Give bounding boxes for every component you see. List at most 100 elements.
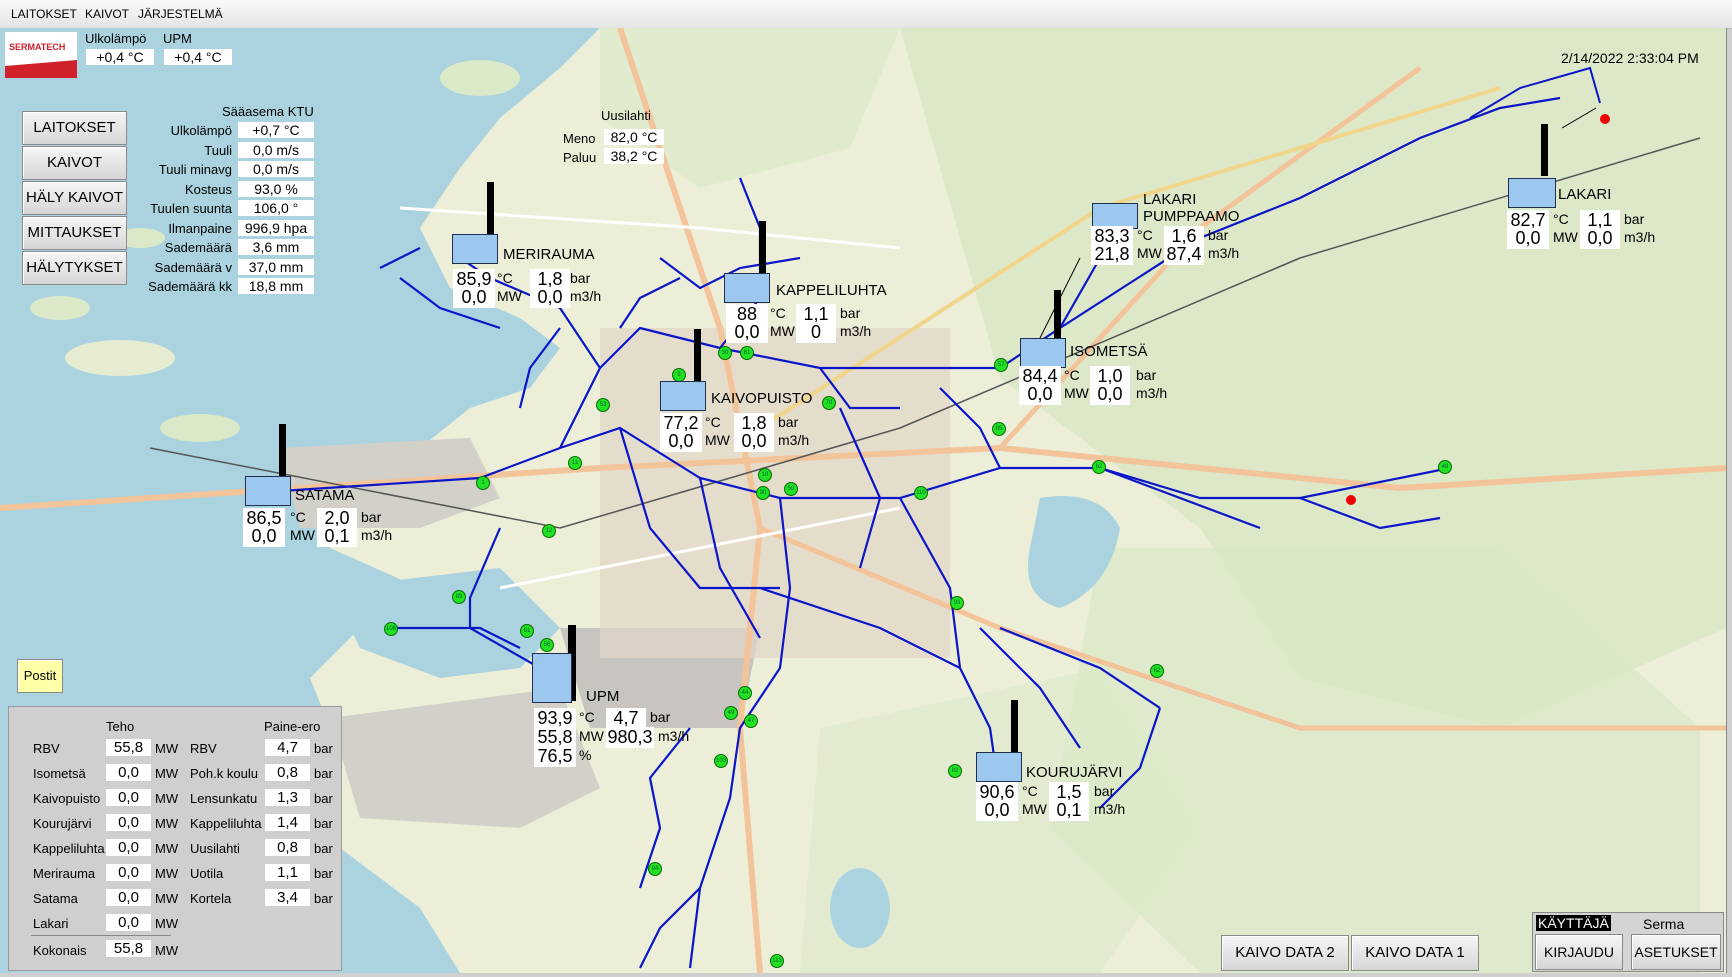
node-marker[interactable]: 113 — [770, 954, 784, 968]
logo: SERMATECH — [5, 32, 77, 78]
node-marker[interactable]: 90 — [756, 486, 770, 500]
node-marker[interactable]: 82 — [948, 764, 962, 778]
node-marker[interactable]: 70 — [822, 396, 836, 410]
kirjaudu-button[interactable]: KIRJAUDU — [1535, 934, 1623, 970]
node-marker[interactable]: 11 — [568, 456, 582, 470]
unit-label: MW — [1022, 801, 1047, 817]
plant-upm-tank[interactable] — [532, 653, 572, 703]
node-marker[interactable]: 103 — [714, 754, 728, 768]
unit-label: m3/h — [1136, 385, 1168, 401]
nav-halytykset-button[interactable]: HÄLYTYKSET — [22, 251, 127, 285]
weather-label: Sademäärä — [164, 240, 232, 255]
paine-value: 1,1 — [265, 864, 310, 881]
node-marker[interactable]: 48 — [1438, 460, 1452, 474]
node-marker[interactable]: 49 — [724, 706, 738, 720]
node-marker[interactable]: 9 — [672, 368, 686, 382]
plant-lakari-tank[interactable] — [1508, 178, 1556, 208]
teho-label: Kaivopuisto — [33, 791, 101, 806]
plant-kaivopuisto-power: 0,0 — [660, 431, 702, 452]
plant-lakari-pumppaamo-power: 21,8 — [1091, 244, 1133, 265]
unit-label: °C — [579, 709, 595, 725]
unit-label: °C — [1022, 783, 1038, 799]
menu-item-kaivot[interactable]: KAIVOT — [85, 7, 129, 21]
nav-haly-kaivot-button[interactable]: HÄLY KAIVOT — [22, 181, 127, 215]
teho-value: 0,0 — [106, 839, 151, 856]
unit-label: °C — [1137, 227, 1153, 243]
node-marker[interactable]: 57 — [994, 358, 1008, 372]
uusilahti-paluu-label: Paluu — [563, 150, 597, 165]
uusilahti-meno-value: 82,0 °C — [604, 129, 664, 145]
node-marker[interactable]: 50 — [784, 482, 798, 496]
paine-label: RBV — [190, 741, 217, 756]
plant-kaivopuisto-flow: 0,0 — [734, 431, 774, 452]
unit-label: MW — [155, 741, 179, 756]
plant-lakari-pumppaamo-name1: LAKARI — [1143, 191, 1197, 208]
kaivo-data-2-button[interactable]: KAIVO DATA 2 — [1221, 935, 1349, 971]
node-marker[interactable]: 106 — [384, 622, 398, 636]
plant-merirauma-tank[interactable] — [452, 234, 498, 264]
node-marker[interactable]: 1 — [476, 476, 490, 490]
node-marker[interactable]: 89 — [452, 590, 466, 604]
node-marker[interactable]: 85 — [992, 422, 1006, 436]
plant-kappeliluhta-flow: 0 — [796, 322, 836, 343]
node-marker[interactable]: 12 — [542, 524, 556, 538]
weather-label: Sademäärä kk — [148, 279, 232, 294]
header-upm-label: UPM — [163, 31, 192, 46]
node-marker[interactable]: 93 — [950, 596, 964, 610]
uusilahti-title: Uusilahti — [601, 108, 651, 123]
unit-label: bar — [314, 816, 333, 831]
unit-label: bar — [840, 305, 861, 321]
nav-mittaukset-button[interactable]: MITTAUKSET — [22, 216, 127, 250]
plant-kappeliluhta-power: 0,0 — [726, 322, 768, 343]
plant-upm-flow: 980,3 — [606, 727, 654, 748]
unit-label: MW — [155, 943, 179, 958]
nav-kaivot-button[interactable]: KAIVOT — [22, 146, 127, 180]
weather-label: Tuulen suunta — [150, 201, 232, 216]
node-marker[interactable]: 56 — [540, 638, 554, 652]
plant-kaivopuisto-tank[interactable] — [660, 381, 706, 411]
nav-laitokset-button[interactable]: LAITOKSET — [22, 111, 127, 145]
node-marker[interactable]: 110 — [914, 486, 928, 500]
unit-label: bar — [361, 509, 382, 525]
plant-isometsa-flow: 0,0 — [1090, 384, 1130, 405]
node-marker[interactable]: 62 — [1092, 460, 1106, 474]
weather-value: 93,0 % — [238, 180, 314, 197]
node-marker[interactable]: 62 — [1150, 664, 1164, 678]
asetukset-button[interactable]: ASETUKSET — [1631, 934, 1721, 970]
unit-label: MW — [770, 323, 795, 339]
kaivo-data-1-button[interactable]: KAIVO DATA 1 — [1351, 935, 1479, 971]
plant-satama-tank[interactable] — [245, 476, 291, 506]
total-value: 55,8 — [106, 940, 151, 957]
node-marker[interactable]: 44 — [738, 686, 752, 700]
paine-header: Paine-ero — [264, 719, 321, 734]
postit-button[interactable]: Postit — [17, 659, 63, 693]
plant-kappeliluhta-tank[interactable] — [724, 273, 770, 303]
unit-label: MW — [155, 841, 179, 856]
node-marker[interactable]: 81 — [520, 624, 534, 638]
network-map[interactable]: 53 30 81 9 11 1 70 10 50 90 110 57 85 62… — [0, 28, 1727, 973]
plant-kourujarvi-tank[interactable] — [976, 752, 1022, 782]
unit-label: MW — [1553, 229, 1578, 245]
paine-value: 1,3 — [265, 789, 310, 806]
logo-text: SERMATECH — [9, 42, 66, 52]
menu-item-laitokset[interactable]: LAITOKSET — [11, 7, 77, 21]
weather-value: 0,0 m/s — [238, 161, 314, 177]
user-name: Serma — [1643, 916, 1685, 932]
plant-satama-flow: 0,1 — [317, 526, 357, 547]
node-marker[interactable]: 94 — [648, 862, 662, 876]
plant-upm-power: 55,8 — [534, 727, 576, 748]
paine-value: 3,4 — [265, 889, 310, 906]
unit-label: °C — [290, 509, 306, 525]
node-marker[interactable]: 47 — [744, 714, 758, 728]
teho-value: 0,0 — [106, 764, 151, 781]
plant-lakari-name: LAKARI — [1558, 186, 1612, 203]
node-marker[interactable]: 30 — [718, 346, 732, 360]
plant-isometsa-tank[interactable] — [1020, 338, 1066, 368]
teho-label: Satama — [33, 891, 78, 906]
node-marker[interactable]: 53 — [596, 398, 610, 412]
menu-item-jarjestelma[interactable]: JÄRJESTELMÄ — [138, 7, 223, 21]
plant-kourujarvi-name: KOURUJÄRVI — [1026, 764, 1123, 781]
node-marker[interactable]: 81 — [740, 346, 754, 360]
node-marker[interactable]: 10 — [758, 468, 772, 482]
unit-label: bar — [314, 891, 333, 906]
